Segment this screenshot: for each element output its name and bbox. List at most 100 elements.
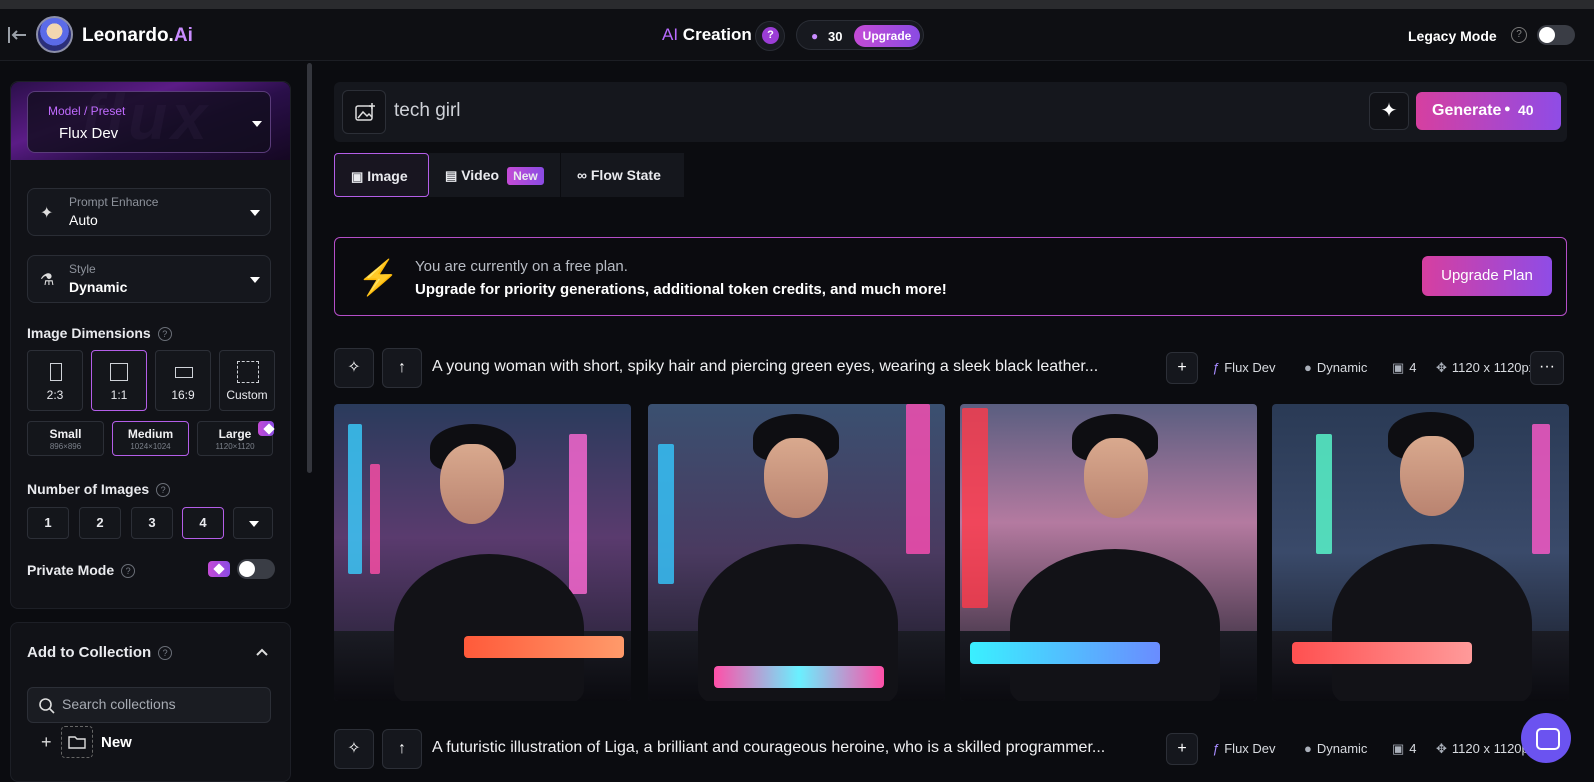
brand-main: Leonardo.	[82, 25, 174, 46]
images-icon: ▣	[1392, 741, 1405, 756]
landscape-ratio-icon	[175, 367, 193, 378]
sidebar-scrollbar[interactable]	[307, 63, 312, 473]
support-chat-button[interactable]	[1521, 713, 1571, 763]
legacy-help-icon[interactable]: ?	[1511, 27, 1527, 43]
model-preset-select[interactable]: Model / Preset Flux Dev	[27, 91, 271, 153]
chevron-down-icon	[249, 521, 259, 527]
size-large[interactable]: Large 1120×1120	[197, 421, 274, 456]
private-mode-title: Private Mode?	[27, 562, 136, 579]
size-medium[interactable]: Medium 1024×1024	[112, 421, 189, 456]
premium-gem-icon	[258, 421, 274, 436]
collection-search[interactable]	[27, 687, 271, 723]
size-tag: ✥ 1120 x 1120px	[1436, 360, 1535, 376]
tab-video[interactable]: ▤ Video New	[429, 153, 560, 197]
drop-icon: ●	[1304, 360, 1312, 375]
number-of-images-title: Number of Images?	[27, 481, 171, 498]
image-count-2[interactable]: 2	[79, 507, 121, 539]
ratio-16-9[interactable]: 16:9	[155, 350, 211, 411]
magic-wand-button[interactable]: ✧	[334, 348, 374, 388]
image-guidance-button[interactable]	[342, 90, 386, 134]
generate-button[interactable]: Generate ● 40	[1416, 92, 1561, 130]
help-icon[interactable]: ?	[157, 327, 172, 342]
count-tag: ▣ 4	[1392, 741, 1417, 757]
image-count-3[interactable]: 3	[131, 507, 173, 539]
tab-label: Video	[461, 167, 500, 183]
more-options-button[interactable]: ···	[1530, 351, 1564, 385]
prompt-enhance-label: Prompt Enhance	[69, 195, 159, 209]
style-label: Style	[69, 262, 96, 276]
size-resolution: 1024×1024	[130, 442, 171, 451]
ratio-custom[interactable]: Custom	[219, 350, 275, 411]
tab-label: Image	[367, 168, 408, 184]
window-top-strip	[0, 0, 1594, 9]
new-collection-button[interactable]: New	[101, 734, 132, 751]
upgrade-button[interactable]: Upgrade	[854, 25, 920, 47]
ratio-2-3[interactable]: 2:3	[27, 350, 83, 411]
prompt-magic-button[interactable]: ✦	[1369, 92, 1409, 130]
lightning-icon: ⚡	[357, 259, 400, 297]
move-icon: ✥	[1436, 360, 1447, 375]
settings-sidebar: flux Model / Preset Flux Dev ✦ Prompt En…	[10, 81, 291, 609]
private-mode-label: Private Mode	[27, 562, 115, 578]
tab-image[interactable]: ▣ Image	[334, 153, 429, 197]
tab-label: Flow State	[590, 167, 661, 183]
collapse-sidebar-icon[interactable]	[6, 25, 28, 45]
generated-image-4[interactable]	[1272, 404, 1569, 701]
prompt-enhance-select[interactable]: ✦ Prompt Enhance Auto	[27, 188, 271, 236]
style-value: Dynamic	[69, 279, 128, 295]
size-resolution: 1120×1120	[215, 442, 255, 451]
image-count-4[interactable]: 4	[182, 507, 224, 539]
token-balance[interactable]: ● 30 Upgrade	[796, 20, 924, 50]
generation-type-tabs: ▣ Image ▤ Video New ∞ Flow State	[334, 153, 684, 197]
style-tag: ● Dynamic	[1304, 741, 1367, 756]
image-icon: ▣	[351, 169, 364, 184]
generate-cost: 40	[1518, 102, 1534, 118]
help-icon[interactable]: ?	[156, 483, 171, 498]
add-to-collection-panel: Add to Collection? + New	[10, 622, 291, 782]
custom-ratio-icon	[237, 361, 259, 383]
drop-icon: ●	[1304, 741, 1312, 756]
number-of-images-label: Number of Images	[27, 481, 150, 497]
style-select[interactable]: ⚗ Style Dynamic	[27, 255, 271, 303]
generation-prompt: A young woman with short, spiky hair and…	[432, 358, 1099, 375]
magic-wand-button[interactable]: ✧	[334, 729, 374, 769]
help-icon[interactable]: ?	[121, 564, 136, 579]
size-resolution: 896×896	[49, 442, 82, 451]
new-badge: New	[507, 167, 544, 186]
user-avatar[interactable]	[36, 16, 73, 53]
help-icon[interactable]: ?	[158, 646, 173, 661]
search-icon	[39, 698, 55, 714]
add-button[interactable]: +	[1166, 352, 1198, 384]
ratio-label: 16:9	[171, 388, 195, 402]
generate-label: Generate	[1432, 102, 1502, 119]
help-button[interactable]	[755, 21, 785, 51]
brand-logo[interactable]: Leonardo.Ai	[82, 25, 193, 47]
ratio-label: 1:1	[110, 388, 128, 402]
add-to-collection-title: Add to Collection?	[27, 644, 173, 661]
prompt-input[interactable]	[394, 100, 1294, 122]
image-count-more[interactable]	[233, 507, 273, 539]
legacy-mode-toggle[interactable]	[1537, 25, 1575, 45]
add-button[interactable]: +	[1166, 733, 1198, 765]
reuse-prompt-button[interactable]: ↑	[382, 348, 422, 388]
generated-image-2[interactable]	[648, 404, 945, 701]
ratio-1-1[interactable]: 1:1	[91, 350, 147, 411]
plus-icon[interactable]: +	[41, 732, 52, 753]
collection-search-input[interactable]	[62, 696, 262, 712]
generated-image-1[interactable]	[334, 404, 631, 701]
upgrade-plan-button[interactable]: Upgrade Plan	[1422, 256, 1552, 296]
prompt-enhance-value: Auto	[69, 212, 98, 228]
ratio-label: Custom	[226, 388, 268, 402]
tab-flow-state[interactable]: ∞ Flow State	[561, 153, 684, 197]
token-icon: ●	[1504, 103, 1511, 115]
image-count-1[interactable]: 1	[27, 507, 69, 539]
chevron-up-icon[interactable]	[256, 648, 268, 656]
model-value: Flux Dev	[1224, 741, 1276, 756]
brand-ai: Ai	[173, 25, 193, 46]
size-small[interactable]: Small 896×896	[27, 421, 104, 456]
reuse-prompt-button[interactable]: ↑	[382, 729, 422, 769]
private-mode-toggle[interactable]	[237, 559, 275, 579]
model-preset-card[interactable]: flux Model / Preset Flux Dev	[11, 82, 290, 160]
folder-icon[interactable]	[61, 726, 93, 758]
generated-image-3[interactable]	[960, 404, 1257, 701]
